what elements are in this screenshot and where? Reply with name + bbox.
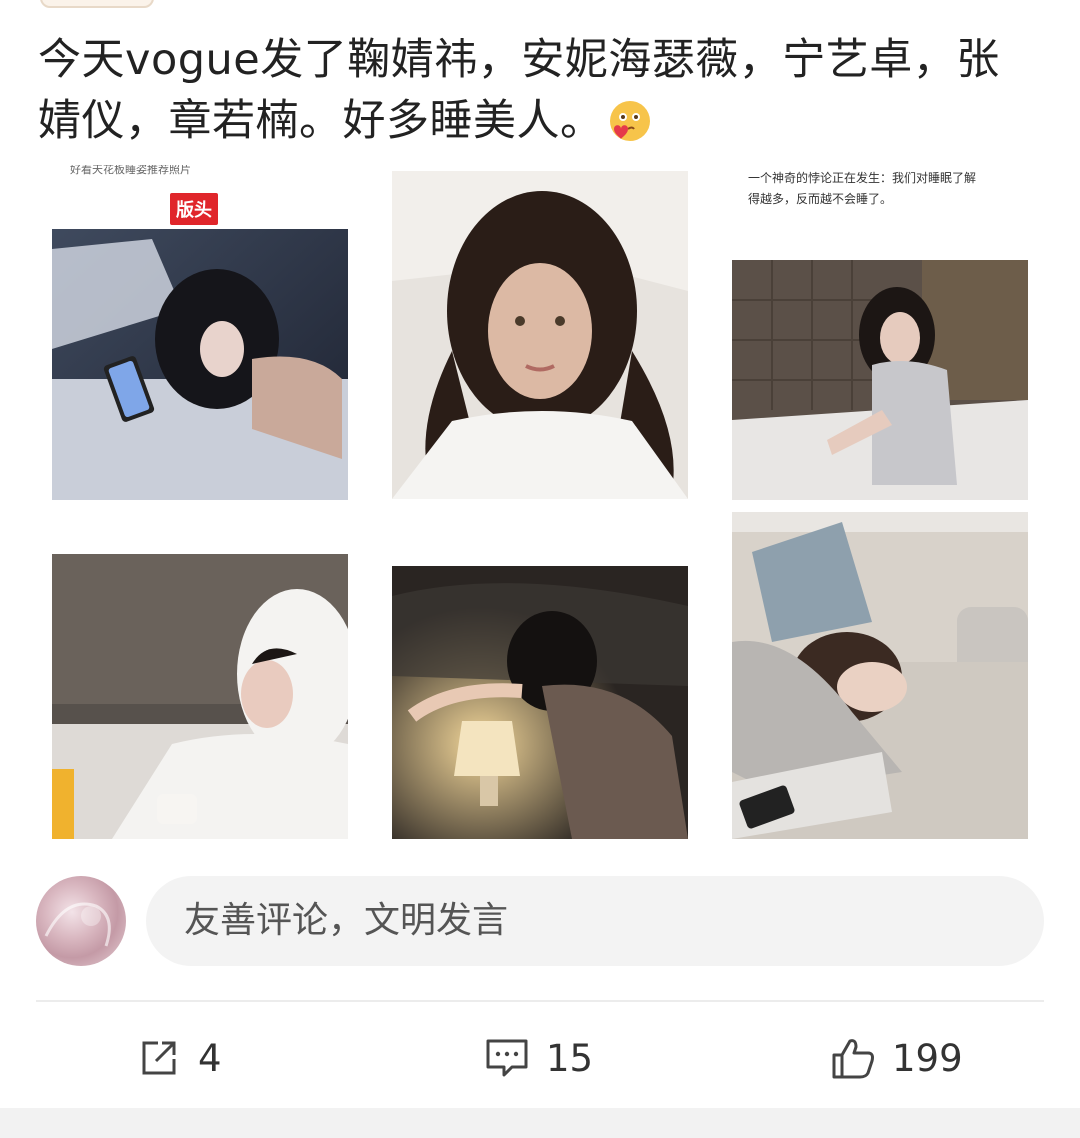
divider [36, 1000, 1044, 1002]
image-cell-5[interactable] [392, 566, 688, 839]
photo-woman-in-bathrobe [52, 554, 348, 839]
image-cell-1[interactable]: 好看天花板睡姿推荐照片 版头 [52, 165, 348, 500]
thumbs-up-icon [832, 1039, 874, 1079]
photo-woman-sleeping-on-sofa [732, 512, 1028, 839]
photo-woman-with-lamp [392, 566, 688, 839]
post-text: 今天vogue发了鞠婧祎，安妮海瑟薇，宁艺卓，张婧仪，章若楠。好多睡美人。 [38, 35, 1000, 146]
bottom-separator [0, 1108, 1080, 1138]
caption-line: 一个神奇的悖论正在发生：我们对睡眠了解 [748, 171, 977, 185]
comment-count: 15 [546, 1036, 594, 1080]
comment-button[interactable]: 15 [484, 1030, 593, 1086]
comment-input[interactable]: 友善评论，文明发言 [146, 876, 1044, 966]
previous-element-edge [40, 0, 154, 8]
post-text-block: 今天vogue发了鞠婧祎，安妮海瑟薇，宁艺卓，张婧仪，章若楠。好多睡美人。 [38, 30, 1038, 152]
image-cell-2[interactable] [392, 171, 688, 499]
image-cell-6[interactable] [732, 512, 1028, 839]
photo-woman-lying-on-pillow [392, 171, 688, 499]
like-count: 199 [892, 1036, 963, 1080]
comment-placeholder: 友善评论，文明发言 [184, 900, 509, 941]
face-blowing-kiss-icon [608, 99, 652, 143]
image-top-caption: 好看天花板睡姿推荐照片 [70, 165, 191, 176]
like-button[interactable]: 199 [830, 1030, 963, 1086]
photo-woman-sitting-on-bed [732, 260, 1028, 500]
share-button[interactable]: 4 [136, 1030, 222, 1086]
image-cell-3[interactable]: 一个神奇的悖论正在发生：我们对睡眠了解 得越多，反而越不会睡了。 [732, 165, 1028, 500]
share-icon [142, 1041, 176, 1075]
image-caption: 一个神奇的悖论正在发生：我们对睡眠了解 得越多，反而越不会睡了。 [748, 168, 1028, 210]
user-avatar[interactable] [36, 876, 126, 966]
headline-badge: 版头 [170, 193, 218, 225]
comment-icon [486, 1039, 528, 1077]
image-cell-4[interactable] [52, 554, 348, 839]
photo-woman-phone-in-bed [52, 229, 348, 500]
caption-line: 得越多，反而越不会睡了。 [748, 192, 893, 206]
share-count: 4 [198, 1036, 222, 1080]
